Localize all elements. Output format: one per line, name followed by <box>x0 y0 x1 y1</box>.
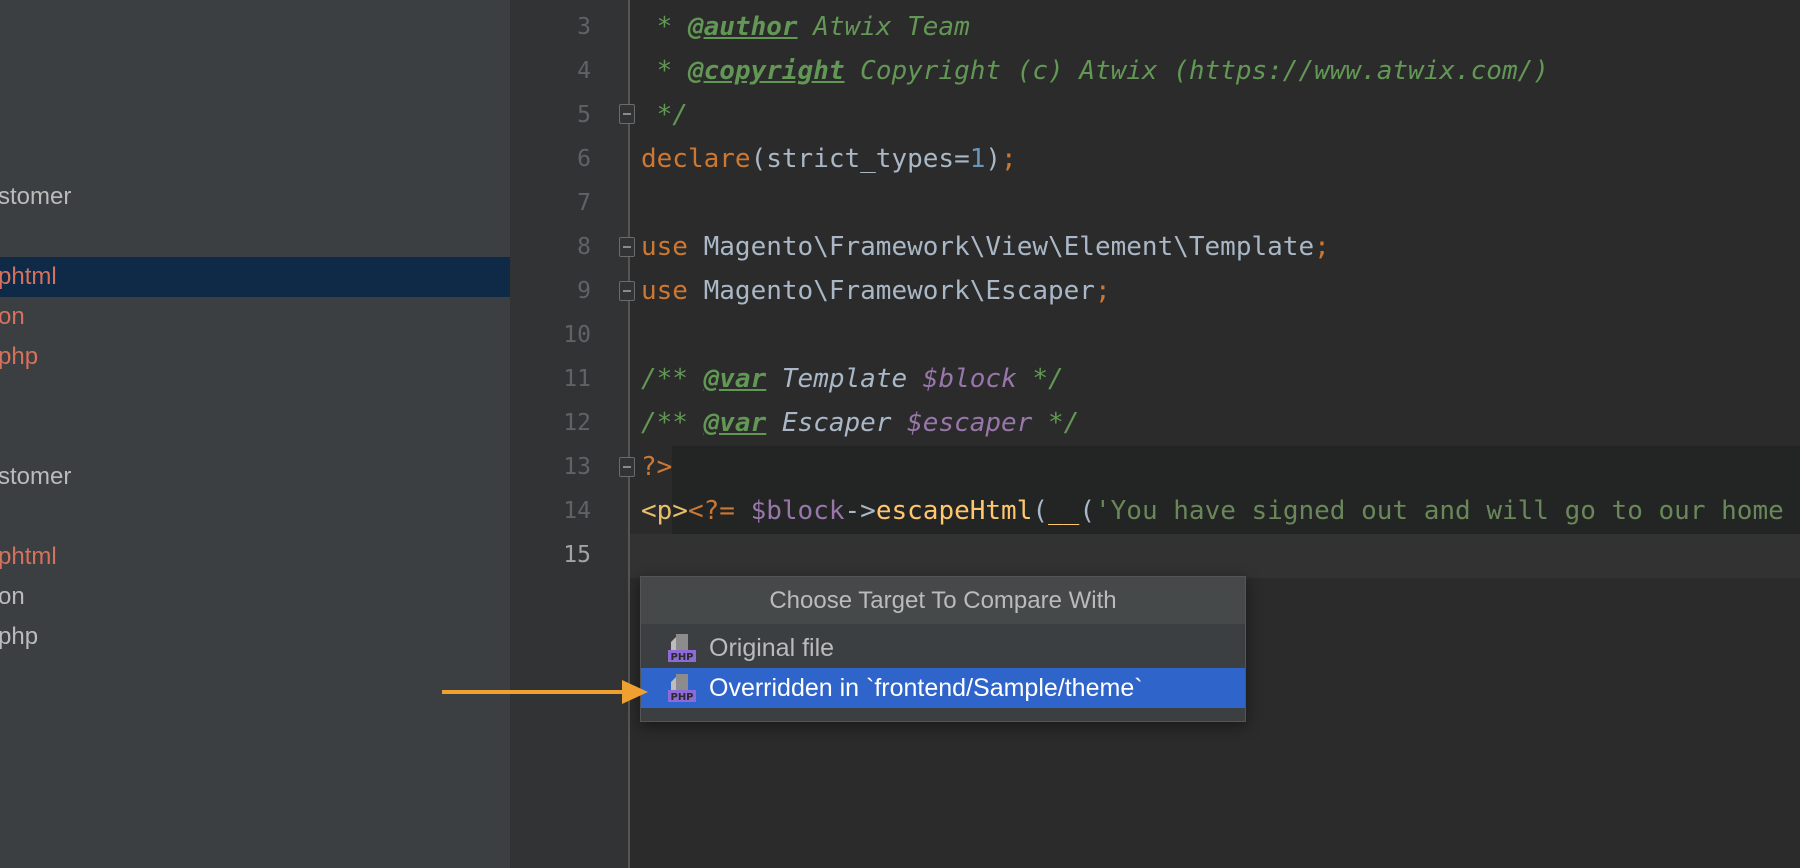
tree-item-label: stomer <box>0 183 72 210</box>
popup-title: Choose Target To Compare With <box>641 577 1245 624</box>
doc-comment: */ <box>1032 408 1080 438</box>
code-line-5[interactable]: */ <box>641 93 688 137</box>
code-line-6[interactable]: declare(strict_types=1); <box>641 137 1017 181</box>
doc-comment: Copyright (c) Atwix (https://www.atwix.c… <box>844 56 1549 86</box>
doc-tag: @var <box>703 364 767 394</box>
code-text: ) <box>985 144 1002 174</box>
doc-type: Template <box>766 364 923 394</box>
code-text: ( <box>1032 496 1049 526</box>
doc-comment: /** <box>641 408 704 438</box>
tree-item-label: phtml <box>0 263 57 290</box>
php-close-tag: ?> <box>641 452 673 482</box>
tree-item[interactable]: on <box>0 297 510 337</box>
code-line-9[interactable]: use Magento\Framework\Escaper; <box>641 269 1111 313</box>
doc-comment: */ <box>1016 364 1064 394</box>
line-number: 4 <box>577 58 591 84</box>
doc-variable: $escaper <box>907 408 1033 438</box>
doc-comment: * <box>641 12 688 42</box>
compare-target-popup[interactable]: Choose Target To Compare With PHP Origin… <box>640 576 1246 722</box>
doc-comment: /** <box>641 364 704 394</box>
line-number: 5 <box>577 102 591 128</box>
code-text: (strict_types= <box>750 144 970 174</box>
function-call: __ <box>1048 496 1080 526</box>
tree-item-label: on <box>0 303 25 330</box>
line-number: 6 <box>577 146 591 172</box>
doc-comment: * <box>641 56 688 86</box>
tree-item[interactable]: stomer <box>0 457 510 497</box>
doc-variable: $block <box>922 364 1017 394</box>
doc-comment: */ <box>641 100 688 130</box>
fold-marker-icon[interactable] <box>619 457 635 477</box>
tree-item[interactable]: php <box>0 617 510 657</box>
caret-line-highlight <box>630 534 1800 578</box>
fold-marker-icon[interactable] <box>619 237 635 257</box>
code-line-12[interactable]: /** @var Escaper $escaper */ <box>641 401 1079 445</box>
variable: $block <box>750 496 845 526</box>
code-text: Magento\Framework\Escaper <box>687 276 1095 306</box>
code-line-13[interactable]: ?> <box>641 445 672 489</box>
tree-item-label: on <box>0 583 25 610</box>
doc-tag: @var <box>703 408 767 438</box>
tree-item-label: php <box>0 343 39 370</box>
popup-item-label: Original file <box>709 634 835 662</box>
keyword: use <box>641 232 688 262</box>
doc-type: Escaper <box>766 408 908 438</box>
keyword: declare <box>641 144 751 174</box>
fold-marker-icon[interactable] <box>619 281 635 301</box>
line-number: 13 <box>563 454 591 480</box>
tree-item[interactable]: on <box>0 577 510 617</box>
code-line-3[interactable]: * @author Atwix Team <box>641 5 970 49</box>
code-text: Magento\Framework\View\Element\Template <box>687 232 1315 262</box>
line-number: 11 <box>563 366 591 392</box>
tree-item[interactable]: phtml <box>0 537 510 577</box>
tree-item[interactable]: stomer <box>0 177 510 217</box>
doc-comment: Atwix Team <box>797 12 970 42</box>
line-number: 3 <box>577 14 591 40</box>
code-editor[interactable]: 3 4 5 6 7 8 9 10 11 12 13 14 15 * @autho… <box>511 0 1800 868</box>
code-text: ( <box>1079 496 1095 526</box>
line-number: 9 <box>577 278 591 304</box>
fold-marker-icon[interactable] <box>619 104 635 124</box>
code-line-4[interactable]: * @copyright Copyright (c) Atwix (https:… <box>641 49 1549 93</box>
php-file-icon: PHP <box>668 674 696 703</box>
pointer-arrow-icon <box>442 680 648 704</box>
string-literal: 'You have signed out and will go to our … <box>1095 496 1784 526</box>
semicolon: ; <box>1094 276 1111 306</box>
line-number: 8 <box>577 234 591 260</box>
code-line-11[interactable]: /** @var Template $block */ <box>641 357 1064 401</box>
code-line-14[interactable]: <p><?= $block->escapeHtml(__('You have s… <box>641 489 1784 533</box>
php-icon-text: PHP <box>670 692 693 703</box>
project-tree-panel: stomer phtml on php stomer phtml on php <box>0 0 510 868</box>
keyword: use <box>641 276 688 306</box>
line-number-gutter[interactable]: 3 4 5 6 7 8 9 10 11 12 13 14 15 <box>511 0 628 868</box>
tree-item-label: phtml <box>0 543 57 570</box>
line-number-current: 15 <box>563 542 591 568</box>
line-number: 14 <box>563 498 591 524</box>
popup-item-overridden[interactable]: PHP Overridden in `frontend/Sample/theme… <box>641 668 1245 708</box>
code-line-8[interactable]: use Magento\Framework\View\Element\Templ… <box>641 225 1330 269</box>
popup-item-label: Overridden in `frontend/Sample/theme` <box>709 674 1143 702</box>
doc-tag: @author <box>687 12 798 42</box>
code-text: -> <box>844 496 876 526</box>
doc-tag: @copyright <box>687 56 845 86</box>
line-number: 7 <box>577 190 591 216</box>
line-number: 10 <box>563 322 591 348</box>
php-file-icon: PHP <box>668 634 696 663</box>
tree-item-label: stomer <box>0 463 72 490</box>
function-call: escapeHtml <box>875 496 1033 526</box>
html-tag: <p> <box>641 496 688 526</box>
semicolon: ; <box>1001 144 1017 174</box>
php-icon-text: PHP <box>670 652 693 663</box>
line-number: 12 <box>563 410 591 436</box>
popup-item-original-file[interactable]: PHP Original file <box>641 628 1245 668</box>
gutter-separator <box>628 0 630 868</box>
tree-item[interactable]: php <box>0 337 510 377</box>
tree-item-selected[interactable]: phtml <box>0 257 510 297</box>
number-literal: 1 <box>969 144 986 174</box>
php-open-tag: <?= <box>687 496 735 526</box>
tree-item-label: php <box>0 623 39 650</box>
semicolon: ; <box>1314 232 1330 262</box>
